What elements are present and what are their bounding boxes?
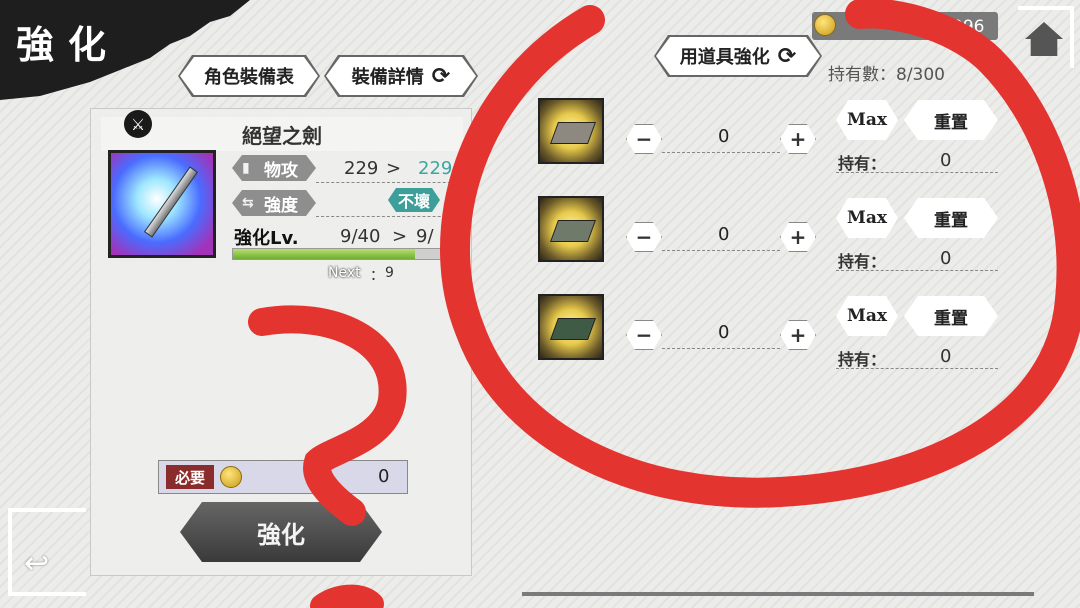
sword-icon bbox=[143, 166, 199, 238]
sword-badge-icon: ⚔ bbox=[124, 110, 152, 138]
max-button-label: Max bbox=[847, 306, 887, 326]
divider bbox=[316, 216, 466, 217]
tab-equipment-details[interactable]: 裝備詳情 ⟳ bbox=[326, 57, 476, 95]
required-tag: 必要 bbox=[166, 465, 214, 489]
back-button[interactable]: ↩ bbox=[8, 508, 86, 596]
material-row: − 0 + Max 重置 持有： 0 bbox=[538, 294, 1008, 374]
max-button[interactable]: Max bbox=[836, 296, 898, 336]
plus-icon: + bbox=[789, 225, 807, 249]
refresh-icon: ⟳ bbox=[431, 63, 451, 89]
home-icon bbox=[1025, 22, 1063, 56]
back-icon: ↩ bbox=[24, 546, 50, 581]
enhance-button-label: 強化 bbox=[257, 520, 305, 549]
stat-attack-next: 229 bbox=[418, 158, 453, 179]
max-button-label: Max bbox=[847, 208, 887, 228]
whetstone-block bbox=[549, 220, 597, 242]
durability-icon: ⇆ bbox=[242, 195, 254, 211]
owned-label: 持有： bbox=[838, 154, 887, 173]
next-separator: ： bbox=[370, 268, 384, 284]
stat-attack-arrow: > bbox=[386, 158, 402, 179]
quantity-value: 0 bbox=[718, 322, 730, 343]
whetstone-block bbox=[549, 122, 597, 144]
item-portrait bbox=[108, 150, 216, 258]
xp-bar bbox=[232, 248, 462, 260]
owned-label: 持有： bbox=[838, 350, 887, 369]
stat-attack-current: 229 bbox=[344, 158, 379, 179]
coin-icon bbox=[814, 14, 836, 36]
indestructible-text: 不壞 bbox=[397, 192, 430, 211]
attack-icon: ▮ bbox=[242, 160, 250, 176]
tab-equipment-details-label: 裝備詳情 bbox=[351, 67, 424, 88]
plus-icon: + bbox=[789, 323, 807, 347]
stat-label-attack-text: 物攻 bbox=[264, 160, 298, 181]
reset-button[interactable]: 重置 bbox=[904, 296, 998, 336]
whetstone-icon bbox=[538, 196, 604, 262]
whetstone-icon bbox=[538, 294, 604, 360]
divider bbox=[662, 152, 780, 153]
reset-button-label: 重置 bbox=[934, 308, 968, 329]
next-label: Next bbox=[328, 265, 361, 281]
level-next: 9/ bbox=[416, 226, 434, 247]
tab-use-items-label: 用道具強化 bbox=[679, 47, 770, 68]
minus-icon: − bbox=[635, 323, 653, 347]
whetstone-block bbox=[549, 318, 597, 340]
material-row: − 0 + Max 重置 持有： 0 bbox=[538, 98, 1008, 178]
max-button[interactable]: Max bbox=[836, 100, 898, 140]
tab-use-items[interactable]: 用道具強化 ⟳ bbox=[656, 37, 820, 75]
next-value: 9 bbox=[385, 265, 394, 281]
screen-title: 強化 bbox=[16, 22, 121, 67]
decrease-button[interactable]: − bbox=[626, 320, 662, 350]
inventory-count: 持有數：8/300 bbox=[828, 65, 945, 85]
refresh-icon: ⟳ bbox=[777, 43, 797, 69]
stat-label-durability-text: 強度 bbox=[264, 195, 298, 216]
increase-button[interactable]: + bbox=[780, 124, 816, 154]
tab-character-equipment[interactable]: 角色裝備表 bbox=[180, 57, 318, 95]
coin-count: 396 bbox=[952, 17, 985, 37]
reset-button-label: 重置 bbox=[934, 112, 968, 133]
divider bbox=[836, 172, 998, 173]
decrease-button[interactable]: − bbox=[626, 124, 662, 154]
level-arrow: > bbox=[392, 226, 408, 247]
divider bbox=[836, 368, 998, 369]
minus-icon: − bbox=[635, 225, 653, 249]
whetstone-icon bbox=[538, 98, 604, 164]
tab-character-equipment-label: 角色裝備表 bbox=[204, 67, 294, 88]
divider bbox=[662, 348, 780, 349]
divider bbox=[836, 270, 998, 271]
cost-value: 0 bbox=[378, 466, 390, 487]
owned-label: 持有： bbox=[838, 252, 887, 271]
max-button-label: Max bbox=[847, 110, 887, 130]
home-button[interactable] bbox=[1018, 6, 1074, 68]
plus-icon: + bbox=[789, 127, 807, 151]
increase-button[interactable]: + bbox=[780, 320, 816, 350]
quantity-value: 0 bbox=[718, 126, 730, 147]
annotation-dot bbox=[310, 584, 384, 608]
xp-bar-fill bbox=[233, 249, 416, 259]
scrollbar[interactable] bbox=[522, 592, 1034, 596]
divider bbox=[316, 182, 466, 183]
reset-button[interactable]: 重置 bbox=[904, 100, 998, 140]
coin-icon bbox=[220, 466, 242, 488]
decrease-button[interactable]: − bbox=[626, 222, 662, 252]
enhance-level-label: 強化Lv. bbox=[234, 228, 299, 249]
level-current: 9/40 bbox=[340, 226, 381, 247]
enhance-button[interactable]: 強化 bbox=[180, 502, 382, 562]
increase-button[interactable]: + bbox=[780, 222, 816, 252]
owned-value: 0 bbox=[940, 248, 952, 269]
owned-value: 0 bbox=[940, 150, 952, 171]
item-name: 絕望之劍 bbox=[101, 117, 463, 151]
stat-label-durability: ⇆ 強度 bbox=[232, 190, 316, 216]
divider bbox=[662, 250, 780, 251]
reset-button[interactable]: 重置 bbox=[904, 198, 998, 238]
reset-button-label: 重置 bbox=[934, 210, 968, 231]
minus-icon: − bbox=[635, 127, 653, 151]
quantity-value: 0 bbox=[718, 224, 730, 245]
stat-label-attack: ▮ 物攻 bbox=[232, 155, 316, 181]
max-button[interactable]: Max bbox=[836, 198, 898, 238]
material-row: − 0 + Max 重置 持有： 0 bbox=[538, 196, 1008, 276]
owned-value: 0 bbox=[940, 346, 952, 367]
indestructible-badge: 不壞 bbox=[388, 188, 440, 212]
